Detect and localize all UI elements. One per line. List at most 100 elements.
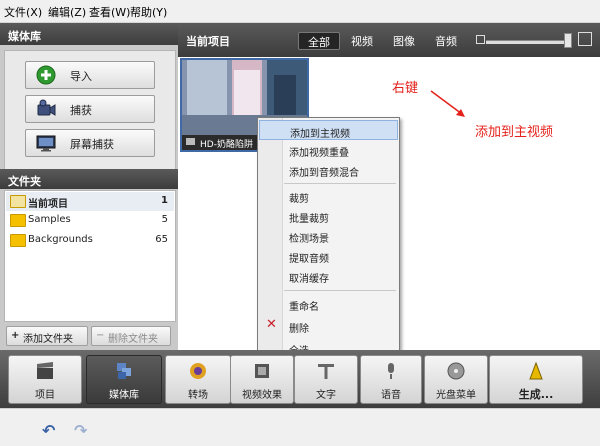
filter-tab-image[interactable]: 图像 xyxy=(386,32,422,48)
ctx-label: 提取音频 xyxy=(289,254,329,265)
minus-icon: − xyxy=(96,330,105,341)
ctx-label: 重命名 xyxy=(289,302,319,313)
ctx-label: 删除 xyxy=(289,324,309,335)
toolbar-label: 转场 xyxy=(188,390,208,401)
folder-name: Samples xyxy=(28,214,71,225)
ctx-label: 批量裁剪 xyxy=(289,214,329,225)
folder-name: Backgrounds xyxy=(28,234,93,245)
filter-tab-image-label: 图像 xyxy=(393,35,415,48)
toolbar-label: 视频效果 xyxy=(242,390,282,401)
ctx-extract-audio[interactable]: 提取音频 xyxy=(259,246,398,266)
folder-count: 1 xyxy=(161,195,168,206)
library-buttons-area: 导入 捕获 屏幕捕获 xyxy=(4,50,176,170)
toolbar-label: 项目 xyxy=(35,390,55,401)
plus-icon: + xyxy=(11,330,20,341)
main-title: 当前项目 xyxy=(186,35,230,48)
menu-file[interactable]: 文件(X) xyxy=(4,4,42,20)
toolbar-video-effects-button[interactable]: 视频效果 xyxy=(230,355,294,404)
menu-separator xyxy=(284,290,396,291)
library-icon xyxy=(117,363,131,379)
filter-tab-all-label: 全部 xyxy=(308,36,330,49)
ctx-rename[interactable]: 重命名 xyxy=(259,294,398,314)
folder-row-backgrounds[interactable]: Backgrounds 65 xyxy=(6,231,174,250)
delete-x-icon: ✕ xyxy=(266,317,277,332)
folder-row-samples[interactable]: Samples 5 xyxy=(6,211,174,230)
left-panel: 媒体库 导入 捕获 屏幕捕获 文件夹 当前项目 1 Samples 5 Back… xyxy=(0,23,178,350)
toolbar-label: 媒体库 xyxy=(109,390,139,401)
produce-icon xyxy=(529,362,543,380)
folder-count: 5 xyxy=(161,214,168,225)
video-effects-icon xyxy=(255,364,269,378)
project-folder-icon xyxy=(10,195,26,208)
menu-help[interactable]: 帮助(Y) xyxy=(130,4,167,20)
toolbar-label: 文字 xyxy=(316,390,336,401)
capture-label: 捕获 xyxy=(70,104,92,117)
toolbar-project-button[interactable]: 项目 xyxy=(8,355,82,404)
annotation-right-click: 右键 xyxy=(392,81,419,96)
menubar: 文件(X) 编辑(Z) 查看(W) 帮助(Y) xyxy=(0,0,600,23)
folder-title-bar: 文件夹 xyxy=(0,169,178,189)
filter-tab-audio[interactable]: 音频 xyxy=(428,32,464,48)
toolbar-label: 光盘菜单 xyxy=(436,390,476,401)
bottom-toolbar: 项目 媒体库 转场 视频效果 文字 语音 光盘菜单 生成... xyxy=(0,350,600,408)
filter-tab-all[interactable]: 全部 xyxy=(298,32,340,50)
folder-title: 文件夹 xyxy=(8,175,41,188)
toolbar-text-button[interactable]: 文字 xyxy=(294,355,358,404)
ctx-add-to-audio-mix[interactable]: 添加到音频混合 xyxy=(259,160,398,180)
folder-icon xyxy=(10,214,26,227)
ctx-trim[interactable]: 裁剪 xyxy=(259,186,398,206)
menu-view[interactable]: 查看(W) xyxy=(89,4,130,20)
menu-separator xyxy=(284,183,396,184)
main-header: 当前项目 全部 视频 图像 音频 xyxy=(178,23,600,57)
arrow-icon xyxy=(430,90,465,117)
toolbar-voice-button[interactable]: 语音 xyxy=(360,355,422,404)
filter-tab-audio-label: 音频 xyxy=(435,35,457,48)
import-button[interactable]: 导入 xyxy=(25,61,155,89)
library-title: 媒体库 xyxy=(8,30,41,43)
ctx-add-video-overlay[interactable]: 添加视频重叠 xyxy=(259,140,398,160)
ctx-label: 裁剪 xyxy=(289,194,309,205)
toolbar-disc-menu-button[interactable]: 光盘菜单 xyxy=(424,355,488,404)
filter-tab-video-label: 视频 xyxy=(351,35,373,48)
screen-capture-button[interactable]: 屏幕捕获 xyxy=(25,129,155,157)
delete-folder-button[interactable]: − 删除文件夹 xyxy=(91,326,171,346)
zoom-slider-handle[interactable] xyxy=(564,33,572,48)
toolbar-produce-button[interactable]: 生成... xyxy=(489,355,583,404)
ctx-label: 添加视频重叠 xyxy=(289,148,349,159)
ctx-label: 检测场景 xyxy=(289,234,329,245)
microphone-icon xyxy=(388,363,394,379)
undo-icon[interactable]: ↶ xyxy=(42,421,55,440)
ctx-add-to-main-video[interactable]: 添加到主视频 xyxy=(259,120,398,140)
menu-edit[interactable]: 编辑(Z) xyxy=(48,4,86,20)
ctx-label: 添加到主视频 xyxy=(290,129,350,140)
transition-icon xyxy=(190,363,206,379)
add-icon xyxy=(36,65,56,85)
folder-name: 当前项目 xyxy=(28,199,68,210)
thumbnail-caption: HD-奶酪陷阱 xyxy=(200,140,253,150)
delete-folder-label: 删除文件夹 xyxy=(108,334,158,345)
folder-row-current-project[interactable]: 当前项目 1 xyxy=(6,192,174,211)
context-menu: 添加到主视频 添加视频重叠 添加到音频混合 裁剪 批量裁剪 检测场景 提取音频 … xyxy=(257,117,400,383)
folder-icon xyxy=(10,234,26,247)
import-label: 导入 xyxy=(70,70,92,83)
zoom-min-icon xyxy=(476,35,485,44)
ctx-detect-scenes[interactable]: 检测场景 xyxy=(259,226,398,246)
monitor-icon xyxy=(36,135,56,152)
ctx-clear-cache[interactable]: 取消缓存 xyxy=(259,266,398,286)
capture-button[interactable]: 捕获 xyxy=(25,95,155,123)
filter-tab-video[interactable]: 视频 xyxy=(344,32,380,48)
ctx-batch-trim[interactable]: 批量裁剪 xyxy=(259,206,398,226)
camera-icon xyxy=(37,99,56,116)
library-title-bar: 媒体库 xyxy=(0,23,178,45)
toolbar-library-button[interactable]: 媒体库 xyxy=(86,355,162,404)
disc-menu-icon xyxy=(447,362,465,380)
redo-icon[interactable]: ↷ xyxy=(74,421,87,440)
screen-capture-label: 屏幕捕获 xyxy=(70,138,114,151)
add-folder-button[interactable]: + 添加文件夹 xyxy=(6,326,88,346)
folder-list: 当前项目 1 Samples 5 Backgrounds 65 xyxy=(4,190,176,322)
toolbar-transition-button[interactable]: 转场 xyxy=(165,355,231,404)
ctx-delete[interactable]: ✕ 删除 xyxy=(259,316,398,336)
zoom-slider[interactable] xyxy=(486,40,570,44)
video-camera-icon xyxy=(186,138,195,145)
toolbar-label: 语音 xyxy=(381,390,401,401)
